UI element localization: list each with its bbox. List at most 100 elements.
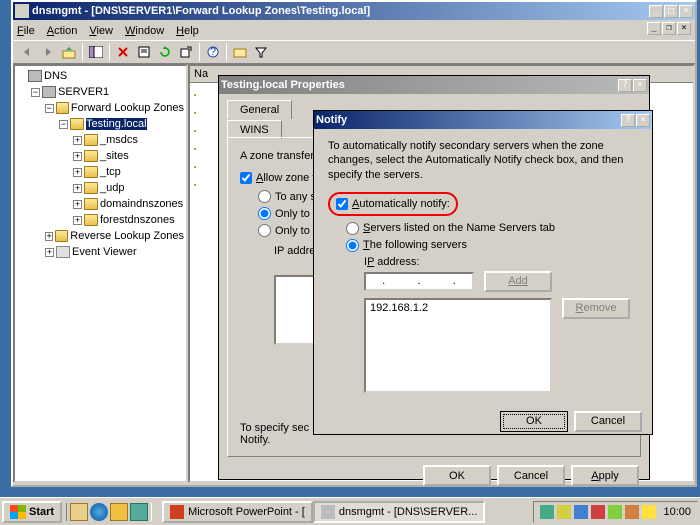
mdi-close-button[interactable]: × [677, 22, 691, 35]
tray-icon[interactable] [574, 505, 588, 519]
export-button[interactable] [176, 42, 196, 62]
list-item[interactable] [194, 177, 196, 193]
menu-file[interactable]: File [17, 25, 35, 37]
tree-sub-udp[interactable]: +_udp [17, 180, 184, 196]
expand-icon[interactable]: + [73, 184, 82, 193]
folder-icon [55, 230, 68, 242]
notify-titlebar[interactable]: Notify ? × [314, 111, 652, 129]
tray-volume-icon[interactable] [642, 505, 656, 519]
up-button[interactable] [59, 42, 79, 62]
collapse-icon[interactable]: − [59, 120, 68, 129]
notify-ok-button[interactable]: OK [500, 411, 568, 432]
refresh-button[interactable] [155, 42, 175, 62]
filter-button[interactable] [251, 42, 271, 62]
folder-icon [84, 198, 98, 210]
tree-root-dns[interactable]: DNS [17, 68, 184, 84]
tray-icon[interactable] [557, 505, 571, 519]
properties-button[interactable] [134, 42, 154, 62]
props-help-button[interactable]: ? [618, 79, 632, 92]
props-ok-button[interactable]: OK [423, 465, 491, 486]
list-item[interactable] [194, 87, 196, 103]
radio-following-servers[interactable] [346, 239, 359, 252]
tray-icon[interactable] [591, 505, 605, 519]
mdi-restore-button[interactable]: ❐ [662, 22, 676, 35]
folder-icon [84, 214, 98, 226]
list-item[interactable] [194, 105, 196, 121]
menu-view[interactable]: View [89, 25, 113, 37]
tree-sub-msdcs[interactable]: +_msdcs [17, 132, 184, 148]
auto-notify-checkbox[interactable] [336, 198, 348, 210]
new-folder-button[interactable] [230, 42, 250, 62]
folder-icon [194, 112, 196, 114]
expand-icon[interactable]: + [45, 232, 53, 241]
tree-flz[interactable]: −Forward Lookup Zones [17, 100, 184, 116]
notify-dialog: Notify ? × To automatically notify secon… [313, 110, 653, 435]
task-dnsmgmt[interactable]: dnsmgmt - [DNS\SERVER... [313, 501, 486, 523]
expand-icon[interactable]: + [73, 200, 82, 209]
radio-ns-tab[interactable] [346, 222, 359, 235]
menu-action[interactable]: Action [47, 25, 78, 37]
ql-ie-icon[interactable] [90, 503, 108, 521]
props-close-button[interactable]: × [633, 79, 647, 92]
tree-zone-testing[interactable]: −Testing.local [17, 116, 184, 132]
start-button[interactable]: Start [2, 501, 62, 523]
tree-view[interactable]: DNS −SERVER1 −Forward Lookup Zones −Test… [13, 64, 188, 483]
list-item[interactable] [194, 141, 196, 157]
props-titlebar[interactable]: Testing.local Properties ? × [219, 76, 649, 94]
tray-icon[interactable] [608, 505, 622, 519]
notify-help-button[interactable]: ? [621, 114, 635, 127]
notify-cancel-button[interactable]: Cancel [574, 411, 642, 432]
tray-icon[interactable] [540, 505, 554, 519]
maximize-button[interactable]: □ [664, 5, 678, 18]
list-item[interactable] [194, 159, 196, 175]
tree-sub-domaindns[interactable]: +domaindnszones [17, 196, 184, 212]
list-item[interactable]: 192.168.1.2 [370, 302, 546, 314]
task-powerpoint[interactable]: Microsoft PowerPoint - [ [162, 501, 313, 523]
expand-icon[interactable]: + [73, 168, 82, 177]
delete-button[interactable] [113, 42, 133, 62]
radio-only-following[interactable] [258, 224, 271, 237]
tab-general[interactable]: General [227, 100, 292, 119]
props-cancel-button[interactable]: Cancel [497, 465, 565, 486]
expand-icon[interactable]: + [45, 248, 54, 257]
minimize-button[interactable]: _ [649, 5, 663, 18]
props-apply-button[interactable]: Apply [571, 465, 639, 486]
collapse-icon[interactable]: − [45, 104, 54, 113]
collapse-icon[interactable]: − [31, 88, 40, 97]
notify-server-list[interactable]: 192.168.1.2 [364, 298, 552, 393]
radio-only-ns[interactable] [258, 207, 271, 220]
notify-ip-label: IP address: [364, 256, 638, 268]
tree-server[interactable]: −SERVER1 [17, 84, 184, 100]
expand-icon[interactable]: + [73, 216, 82, 225]
tree-sub-sites[interactable]: +_sites [17, 148, 184, 164]
tray-icon[interactable] [625, 505, 639, 519]
menu-window[interactable]: Window [125, 25, 164, 37]
remove-button[interactable]: Remove [562, 298, 630, 319]
show-hide-button[interactable] [86, 42, 106, 62]
expand-icon[interactable]: + [73, 152, 82, 161]
allow-zone-transfer-checkbox[interactable] [240, 172, 252, 184]
tree-sub-tcp[interactable]: +_tcp [17, 164, 184, 180]
tree-event-viewer[interactable]: +Event Viewer [17, 244, 184, 260]
add-button[interactable]: Add [484, 271, 552, 292]
forward-button[interactable] [38, 42, 58, 62]
tree-sub-forestdns[interactable]: +forestdnszones [17, 212, 184, 228]
event-viewer-icon [56, 246, 70, 258]
close-button[interactable]: × [679, 5, 693, 18]
clock[interactable]: 10:00 [663, 506, 691, 518]
back-button[interactable] [17, 42, 37, 62]
folder-icon [194, 166, 196, 168]
radio-any-server[interactable] [258, 190, 271, 203]
tree-rlz[interactable]: +Reverse Lookup Zones [17, 228, 184, 244]
ip-address-input[interactable]: ... [364, 272, 474, 291]
help-button[interactable]: ? [203, 42, 223, 62]
ql-app-icon[interactable] [130, 503, 148, 521]
expand-icon[interactable]: + [73, 136, 82, 145]
list-item[interactable] [194, 123, 196, 139]
notify-close-button[interactable]: × [636, 114, 650, 127]
ql-outlook-icon[interactable] [110, 503, 128, 521]
mdi-minimize-button[interactable]: _ [647, 22, 661, 35]
menu-help[interactable]: Help [176, 25, 199, 37]
ql-desktop-icon[interactable] [70, 503, 88, 521]
main-titlebar[interactable]: dnsmgmt - [DNS\SERVER1\Forward Lookup Zo… [13, 2, 695, 20]
